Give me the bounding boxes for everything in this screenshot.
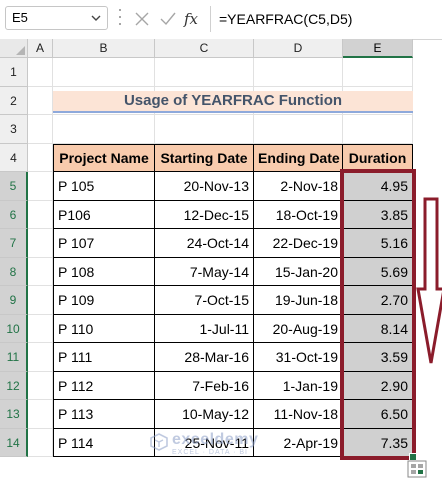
starting-date-cell[interactable]: 7-May-14 — [155, 257, 254, 286]
name-box-value: E5 — [12, 10, 28, 25]
starting-date-cell[interactable]: 7-Feb-16 — [155, 371, 254, 400]
sheet-title: Usage of YEARFRAC Function — [53, 90, 413, 113]
starting-date-cell[interactable]: 12-Dec-15 — [155, 200, 254, 229]
starting-date-cell[interactable]: 1-Jul-11 — [155, 314, 254, 343]
enter-check-icon[interactable] — [158, 9, 178, 29]
select-all-triangle-icon — [16, 46, 25, 55]
cell[interactable] — [343, 115, 413, 144]
cell[interactable] — [155, 115, 254, 144]
starting-date-cell[interactable]: 20-Nov-13 — [155, 172, 254, 201]
column-header-c[interactable]: C — [155, 39, 254, 58]
row-header-7[interactable]: 7 — [0, 229, 28, 258]
cell[interactable] — [53, 115, 155, 144]
watermark-name: exceldemy — [172, 430, 259, 448]
starting-date-cell[interactable]: 28-Mar-16 — [155, 343, 254, 372]
ending-date-cell[interactable]: 18-Oct-19 — [254, 200, 343, 229]
exceldemy-watermark: exceldemy EXCEL · DATA · BI — [150, 431, 280, 459]
cell[interactable] — [254, 58, 343, 87]
ending-date-cell[interactable]: 15-Jan-20 — [254, 257, 343, 286]
row-header-9[interactable]: 9 — [0, 286, 28, 315]
watermark-tagline: EXCEL · DATA · BI — [172, 448, 248, 456]
cell[interactable] — [254, 115, 343, 144]
chevron-down-icon[interactable] — [89, 7, 103, 29]
cell[interactable] — [28, 229, 53, 258]
column-header-b[interactable]: B — [53, 39, 155, 58]
cell[interactable] — [28, 371, 53, 400]
cell[interactable] — [155, 58, 254, 87]
project-name-cell[interactable]: P 112 — [53, 371, 155, 400]
formula-bar: E5 fx =YEARFRAC(C5,D5) — [0, 0, 442, 40]
project-name-cell[interactable]: P 108 — [53, 257, 155, 286]
project-name-cell[interactable]: P106 — [53, 200, 155, 229]
row-header-12[interactable]: 12 — [0, 371, 28, 400]
selected-range-outline — [340, 169, 416, 460]
column-header-a[interactable]: A — [28, 39, 53, 58]
row-header-1[interactable]: 1 — [0, 58, 28, 87]
project-name-cell[interactable]: P 113 — [53, 400, 155, 429]
starting-date-cell[interactable]: 7-Oct-15 — [155, 286, 254, 315]
row-header-11[interactable]: 11 — [0, 343, 28, 372]
project-name-cell[interactable]: P 109 — [53, 286, 155, 315]
cell[interactable] — [28, 86, 53, 115]
row-header-3[interactable]: 3 — [0, 115, 28, 144]
row-header-5[interactable]: 5 — [0, 172, 28, 201]
exceldemy-logo-icon — [150, 432, 168, 451]
down-arrow-icon — [416, 197, 442, 363]
row-header-6[interactable]: 6 — [0, 200, 28, 229]
starting-date-cell[interactable]: 10-May-12 — [155, 400, 254, 429]
ending-date-cell[interactable]: 31-Oct-19 — [254, 343, 343, 372]
cell[interactable] — [28, 143, 53, 172]
cell[interactable] — [343, 58, 413, 87]
cell[interactable] — [28, 172, 53, 201]
row-header-13[interactable]: 13 — [0, 400, 28, 429]
cell[interactable] — [28, 115, 53, 144]
ending-date-cell[interactable]: 2-Nov-18 — [254, 172, 343, 201]
cell[interactable] — [28, 286, 53, 315]
cell[interactable] — [28, 314, 53, 343]
insert-function-icon[interactable]: fx — [184, 9, 198, 29]
table-header-ending-date[interactable]: Ending Date — [254, 143, 343, 172]
ending-date-cell[interactable]: 1-Jan-19 — [254, 371, 343, 400]
row-header-2[interactable]: 2 — [0, 86, 28, 115]
name-box[interactable]: E5 — [5, 6, 108, 30]
cell[interactable] — [28, 58, 53, 87]
project-name-cell[interactable]: P 105 — [53, 172, 155, 201]
ending-date-cell[interactable]: 19-Jun-18 — [254, 286, 343, 315]
formula-bar-grip-icon[interactable] — [118, 9, 122, 27]
ending-date-cell[interactable]: 20-Aug-19 — [254, 314, 343, 343]
row-header-10[interactable]: 10 — [0, 314, 28, 343]
ending-date-cell[interactable]: 11-Nov-18 — [254, 400, 343, 429]
project-name-cell[interactable]: P 107 — [53, 229, 155, 258]
ending-date-cell[interactable]: 22-Dec-19 — [254, 229, 343, 258]
cell[interactable] — [28, 343, 53, 372]
starting-date-cell[interactable]: 24-Oct-14 — [155, 229, 254, 258]
quick-analysis-icon[interactable] — [407, 460, 427, 478]
table-header-starting-date[interactable]: Starting Date — [155, 143, 254, 172]
cell[interactable] — [28, 200, 53, 229]
cell[interactable] — [53, 58, 155, 87]
column-header-e[interactable]: E — [343, 39, 413, 58]
row-header-4[interactable]: 4 — [0, 143, 28, 172]
cell[interactable] — [28, 400, 53, 429]
cell[interactable] — [28, 257, 53, 286]
row-header-8[interactable]: 8 — [0, 257, 28, 286]
cancel-icon[interactable] — [132, 9, 152, 29]
project-name-cell[interactable]: P 110 — [53, 314, 155, 343]
formula-input[interactable]: =YEARFRAC(C5,D5) — [210, 6, 442, 32]
select-all-corner[interactable] — [0, 39, 28, 58]
column-header-d[interactable]: D — [254, 39, 343, 58]
table-header-project-name[interactable]: Project Name — [53, 143, 155, 172]
project-name-cell[interactable]: P 111 — [53, 343, 155, 372]
table-header-duration[interactable]: Duration — [343, 143, 413, 172]
